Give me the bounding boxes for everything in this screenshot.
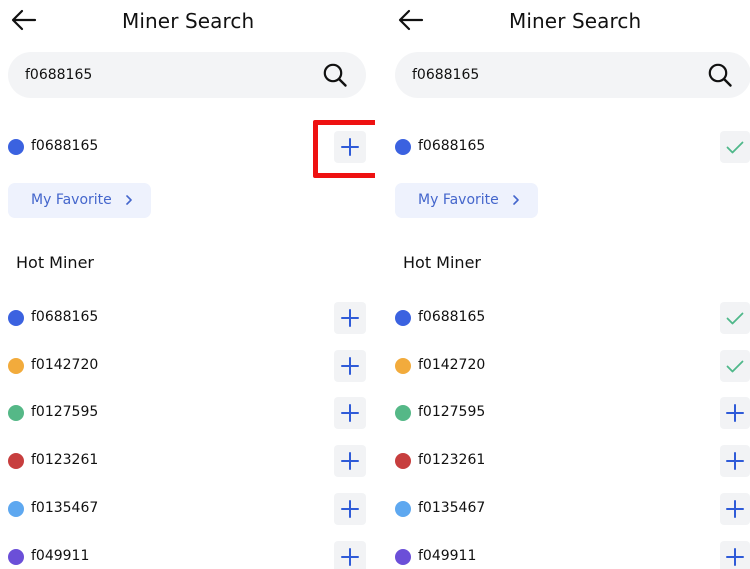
search-input[interactable]	[25, 64, 295, 86]
hot-miner-item: f049911	[0, 540, 375, 569]
miner-color-dot	[8, 139, 24, 155]
back-arrow-icon[interactable]	[10, 6, 38, 34]
add-favorite-button[interactable]	[720, 397, 750, 429]
plus-icon	[341, 452, 359, 470]
header: Miner Search	[387, 0, 750, 44]
miner-id: f0688165	[418, 138, 486, 154]
add-favorite-button[interactable]	[334, 493, 366, 525]
hot-miner-item: f0135467	[387, 492, 750, 526]
search-result-item: f0688165	[0, 130, 375, 164]
hot-miner-heading: Hot Miner	[16, 253, 94, 272]
add-favorite-button[interactable]	[720, 493, 750, 525]
add-favorite-button[interactable]	[334, 541, 366, 569]
my-favorite-button[interactable]: My Favorite	[395, 183, 538, 218]
add-favorite-button[interactable]	[334, 397, 366, 429]
search-bar	[395, 52, 750, 98]
plus-icon	[726, 548, 744, 566]
page-title: Miner Search	[122, 9, 255, 33]
chevron-right-icon	[123, 194, 135, 206]
page-title: Miner Search	[509, 9, 642, 33]
miner-color-dot	[8, 453, 24, 469]
plus-icon	[726, 500, 744, 518]
added-favorite-button[interactable]	[720, 131, 750, 163]
miner-id: f0142720	[31, 357, 99, 373]
search-result-item: f0688165	[387, 130, 750, 164]
miner-id: f0688165	[418, 309, 486, 325]
plus-icon	[341, 548, 359, 566]
miner-id: f0688165	[31, 309, 99, 325]
comparison-screens: Miner Search f0688165 My Favorite Hot Mi…	[0, 0, 750, 569]
add-favorite-button[interactable]	[334, 350, 366, 382]
miner-color-dot	[8, 549, 24, 565]
header: Miner Search	[0, 0, 375, 44]
plus-icon	[341, 309, 359, 327]
miner-id: f0127595	[418, 404, 486, 420]
miner-id: f0123261	[31, 452, 99, 468]
miner-color-dot	[395, 405, 411, 421]
miner-id: f049911	[418, 548, 477, 564]
search-input[interactable]	[412, 64, 682, 86]
plus-icon	[726, 452, 744, 470]
check-icon	[726, 360, 744, 373]
hot-miner-item: f0142720	[387, 349, 750, 383]
miner-color-dot	[395, 453, 411, 469]
added-favorite-button[interactable]	[720, 350, 750, 382]
added-favorite-button[interactable]	[720, 302, 750, 334]
miner-color-dot	[8, 310, 24, 326]
check-icon	[726, 141, 744, 154]
miner-id: f0123261	[418, 452, 486, 468]
miner-search-screen-before: Miner Search f0688165 My Favorite Hot Mi…	[0, 0, 375, 569]
hot-miner-item: f0123261	[387, 444, 750, 478]
miner-color-dot	[395, 501, 411, 517]
back-arrow-icon[interactable]	[397, 6, 425, 34]
miner-color-dot	[8, 405, 24, 421]
search-icon[interactable]	[707, 62, 733, 88]
hot-miner-item: f0688165	[387, 301, 750, 335]
hot-miner-item: f0142720	[0, 349, 375, 383]
add-favorite-button[interactable]	[334, 445, 366, 477]
plus-icon	[341, 404, 359, 422]
hot-miner-item: f0127595	[387, 396, 750, 430]
plus-icon	[726, 404, 744, 422]
miner-color-dot	[8, 501, 24, 517]
my-favorite-button[interactable]: My Favorite	[8, 183, 151, 218]
hot-miner-item: f0127595	[0, 396, 375, 430]
miner-id: f0135467	[418, 500, 486, 516]
miner-id: f0127595	[31, 404, 99, 420]
miner-id: f0688165	[31, 138, 99, 154]
hot-miner-item: f049911	[387, 540, 750, 569]
miner-id: f049911	[31, 548, 90, 564]
add-favorite-button[interactable]	[720, 445, 750, 477]
miner-color-dot	[395, 310, 411, 326]
plus-icon	[341, 357, 359, 375]
search-icon[interactable]	[322, 62, 348, 88]
add-favorite-button[interactable]	[334, 302, 366, 334]
my-favorite-label: My Favorite	[31, 192, 112, 208]
add-favorite-button[interactable]	[334, 131, 366, 163]
my-favorite-label: My Favorite	[418, 192, 499, 208]
plus-icon	[341, 500, 359, 518]
miner-search-screen-after: Miner Search f0688165 My Favorite Hot Mi…	[387, 0, 750, 569]
chevron-right-icon	[510, 194, 522, 206]
search-bar	[8, 52, 366, 98]
check-icon	[726, 312, 744, 325]
hot-miner-heading: Hot Miner	[403, 253, 481, 272]
hot-miner-item: f0688165	[0, 301, 375, 335]
miner-color-dot	[8, 358, 24, 374]
hot-miner-item: f0135467	[0, 492, 375, 526]
miner-id: f0142720	[418, 357, 486, 373]
miner-color-dot	[395, 139, 411, 155]
miner-id: f0135467	[31, 500, 99, 516]
add-favorite-button[interactable]	[720, 541, 750, 569]
plus-icon	[341, 138, 359, 156]
miner-color-dot	[395, 549, 411, 565]
miner-color-dot	[395, 358, 411, 374]
hot-miner-item: f0123261	[0, 444, 375, 478]
